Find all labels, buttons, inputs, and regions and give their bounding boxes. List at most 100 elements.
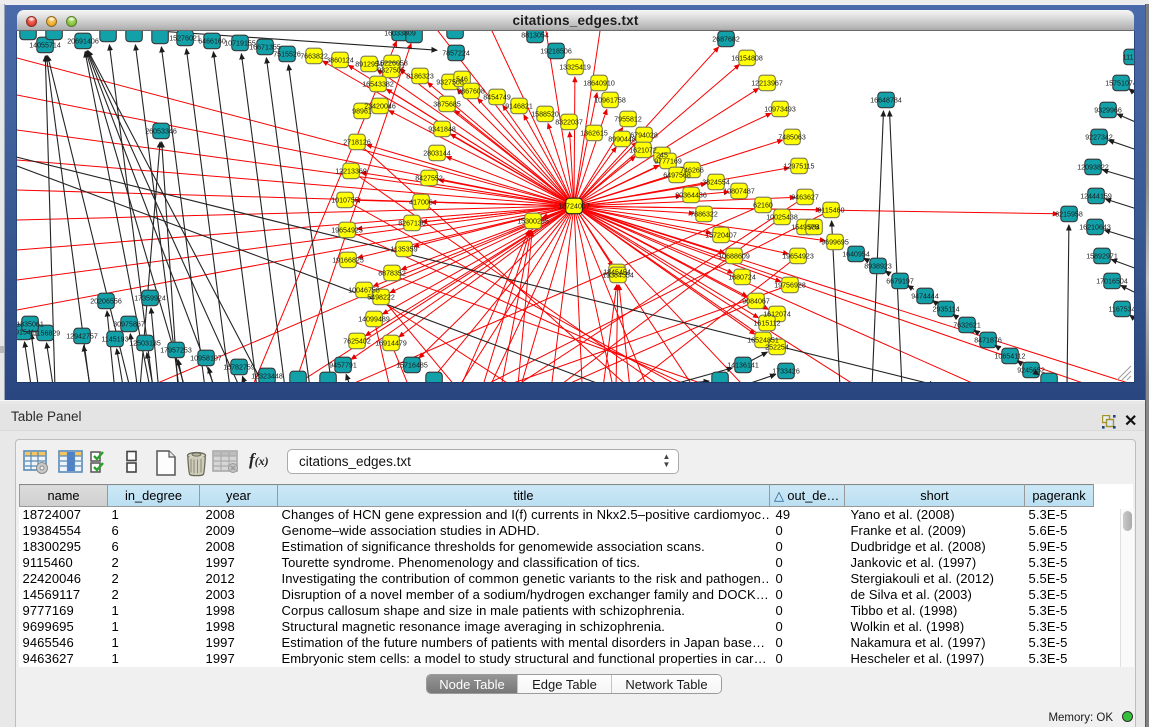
svg-text:2718126: 2718126 [343, 139, 371, 147]
svg-text:15892971: 15892971 [1086, 253, 1118, 261]
svg-text:7857224: 7857224 [442, 50, 470, 58]
svg-text:8471876: 8471876 [974, 337, 1002, 345]
svg-text:6466160: 6466160 [198, 38, 226, 46]
svg-text:2867608: 2867608 [457, 88, 485, 96]
svg-text:9777169: 9777169 [654, 158, 682, 166]
svg-text:3824554: 3824554 [702, 179, 730, 187]
svg-text:1621072: 1621072 [629, 147, 657, 155]
svg-text:1733426: 1733426 [772, 368, 800, 376]
svg-text:30975867: 30975867 [113, 321, 145, 329]
svg-text:18640910: 18640910 [583, 80, 615, 88]
svg-text:8322037: 8322037 [555, 119, 583, 127]
svg-text:19218506: 19218506 [540, 48, 572, 56]
svg-text:1010755: 1010755 [331, 197, 359, 205]
svg-text:16782759: 16782759 [223, 364, 255, 372]
svg-text:417006: 417006 [409, 199, 433, 207]
svg-text:9329966: 9329966 [1094, 107, 1122, 115]
svg-text:16543382: 16543382 [362, 81, 394, 89]
svg-text:15300295: 15300295 [517, 218, 549, 226]
svg-text:14099489: 14099489 [358, 316, 390, 324]
svg-text:12213967: 12213967 [751, 80, 783, 88]
svg-text:7485063: 7485063 [778, 134, 806, 142]
svg-text:252254: 252254 [765, 344, 789, 352]
svg-text:9245652: 9245652 [1017, 367, 1045, 375]
svg-text:8215958: 8215958 [1055, 211, 1083, 219]
svg-text:15751074: 15751074 [1105, 80, 1134, 88]
svg-text:8427552: 8427552 [415, 175, 443, 183]
svg-text:26053346: 26053346 [145, 128, 177, 136]
svg-text:20206556: 20206556 [90, 298, 122, 306]
svg-text:7955812: 7955812 [614, 116, 642, 124]
svg-text:7625402: 7625402 [343, 338, 371, 346]
svg-text:12942757: 12942757 [66, 333, 98, 341]
svg-text:8267130: 8267130 [398, 220, 426, 228]
svg-text:546: 546 [456, 76, 468, 84]
svg-text:12093822: 12093822 [1077, 164, 1109, 172]
svg-text:14055714: 14055714 [29, 42, 61, 50]
svg-text:8938923: 8938923 [864, 263, 892, 271]
svg-text:7663822: 7663822 [300, 53, 328, 61]
svg-text:3860124: 3860124 [326, 57, 354, 65]
svg-text:12975115: 12975115 [783, 163, 814, 171]
svg-text:6794028: 6794028 [630, 132, 658, 140]
svg-text:15276021: 15276021 [169, 35, 201, 43]
svg-text:19166825: 19166825 [332, 257, 364, 265]
svg-text:1640954: 1640954 [842, 251, 870, 259]
svg-text:9227342: 9227342 [1085, 134, 1113, 142]
svg-text:9084067: 9084067 [742, 298, 770, 306]
svg-text:8813054: 8813054 [521, 32, 549, 40]
svg-text:2803144: 2803144 [423, 150, 451, 158]
svg-text:16154808: 16154808 [731, 55, 763, 63]
svg-text:2687682: 2687682 [712, 36, 740, 44]
svg-text:1135359: 1135359 [390, 246, 417, 254]
svg-text:15716485: 15716485 [396, 362, 428, 370]
svg-text:16914479: 16914479 [375, 340, 407, 348]
svg-text:19384554: 19384554 [602, 272, 634, 280]
svg-text:10688609: 10688609 [718, 253, 750, 261]
svg-text:9699695: 9699695 [821, 239, 849, 247]
svg-text:20691406: 20691406 [67, 38, 99, 46]
svg-text:10961758: 10961758 [594, 97, 626, 105]
svg-text:6679197: 6679197 [886, 278, 914, 286]
svg-text:12213369: 12213369 [335, 168, 367, 176]
svg-text:7886322: 7886322 [690, 211, 718, 219]
svg-text:9327505: 9327505 [377, 67, 405, 75]
svg-text:17957253: 17957253 [160, 347, 192, 355]
svg-text:16648784: 16648784 [870, 97, 902, 105]
svg-text:1612074: 1612074 [763, 311, 791, 319]
svg-text:6497568: 6497568 [663, 172, 691, 180]
svg-text:1362615: 1362615 [580, 130, 608, 138]
svg-text:11171: 11171 [1123, 54, 1134, 62]
svg-text:1145193: 1145193 [101, 336, 128, 344]
svg-text:17016504: 17016504 [1096, 278, 1128, 286]
svg-text:7515526: 7515526 [273, 51, 301, 59]
svg-text:62160: 62160 [753, 202, 773, 210]
svg-text:18724007: 18724007 [558, 203, 590, 211]
svg-text:1615112: 1615112 [753, 320, 780, 328]
svg-text:16210643: 16210643 [1079, 224, 1111, 232]
svg-text:1588520: 1588520 [531, 111, 559, 119]
svg-text:8186323: 8186323 [406, 73, 434, 81]
svg-text:8454749: 8454749 [483, 94, 511, 102]
svg-text:19654925: 19654925 [331, 227, 363, 235]
svg-text:10025438: 10025438 [766, 214, 798, 222]
svg-text:17359924: 17359924 [134, 295, 166, 303]
svg-text:15720407: 15720407 [705, 232, 737, 240]
svg-text:8878352: 8878352 [378, 270, 406, 278]
svg-text:20364436: 20364436 [675, 192, 707, 200]
svg-text:19654923: 19654923 [782, 253, 814, 261]
svg-text:7632621: 7632621 [953, 322, 981, 330]
svg-text:19756928: 19756928 [774, 282, 806, 290]
svg-text:3875685: 3875685 [433, 101, 461, 109]
svg-text:10958107: 10958107 [190, 355, 222, 363]
svg-text:9341848: 9341848 [428, 126, 456, 134]
svg-text:11156829: 11156829 [30, 330, 61, 338]
svg-text:1880724: 1880724 [728, 274, 756, 282]
svg-text:12323448: 12323448 [251, 373, 283, 381]
svg-text:12503135: 12503135 [129, 340, 161, 348]
svg-text:984: 984 [808, 224, 820, 232]
svg-text:14136141: 14136141 [727, 362, 759, 370]
svg-text:9474444: 9474444 [911, 293, 939, 301]
svg-text:13325419: 13325419 [559, 64, 591, 72]
svg-text:1167534: 1167534 [1108, 306, 1134, 314]
